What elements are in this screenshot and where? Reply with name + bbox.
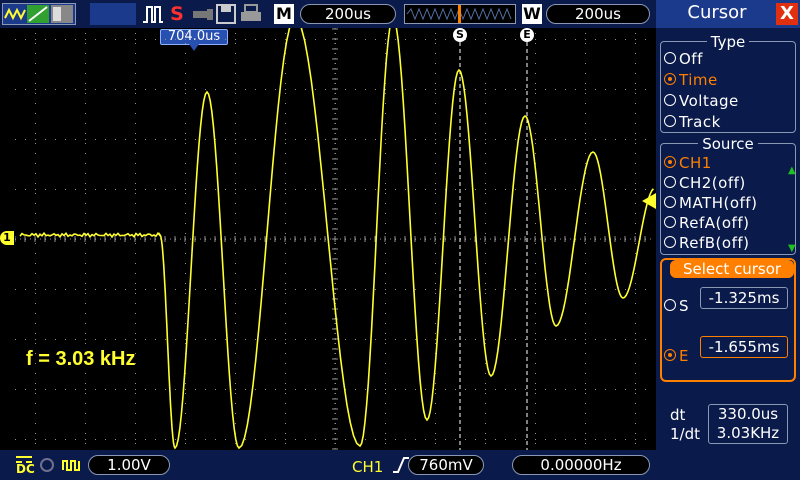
source-option-ch1[interactable]: CH1 xyxy=(664,153,712,173)
memory-waveform-preview xyxy=(406,5,512,23)
bandwidth-limit-icon xyxy=(40,458,54,472)
dt-label: dt xyxy=(670,406,686,424)
radio-icon xyxy=(664,115,676,127)
ch1-ground-marker[interactable]: 1 xyxy=(0,231,14,245)
bottom-status-bar: DC 1.00V CH1 760mV 0.00000Hz xyxy=(0,450,656,480)
run-mode-icons[interactable] xyxy=(2,3,76,25)
source-option-refa[interactable]: RefA(off) xyxy=(664,213,749,233)
cursor-s-marker[interactable]: S xyxy=(453,28,467,42)
type-option-off[interactable]: Off xyxy=(664,49,703,69)
window-label: W xyxy=(522,4,542,24)
radio-selected-icon xyxy=(664,73,676,85)
radio-selected-icon xyxy=(664,156,676,168)
inv-dt-value: 3.03KHz xyxy=(716,424,780,442)
select-cursor-title: Select cursor xyxy=(670,260,794,278)
source-option-ch2[interactable]: CH2(off) xyxy=(664,173,746,193)
close-icon[interactable]: X xyxy=(776,3,798,25)
radio-icon xyxy=(664,299,676,311)
cursor-menu-header: Cursor X xyxy=(656,0,800,28)
waveform-display[interactable] xyxy=(15,28,655,450)
cursor-s-value[interactable]: -1.325ms xyxy=(700,287,788,309)
graticule xyxy=(15,28,655,450)
scroll-up-icon[interactable]: ▲ xyxy=(788,165,796,176)
probe-icon xyxy=(62,460,80,471)
scroll-down-icon[interactable]: ▼ xyxy=(788,243,796,254)
empty-status-box xyxy=(90,3,136,25)
trigger-frequency-display: 0.00000Hz xyxy=(512,455,650,475)
trigger-level-arrow[interactable] xyxy=(642,193,656,209)
radio-icon xyxy=(664,216,676,228)
inv-dt-label: 1/dt xyxy=(670,425,700,443)
type-option-track[interactable]: Track xyxy=(664,112,721,132)
ch1-scale-display[interactable]: 1.00V xyxy=(88,455,170,475)
coupling-dc-label: DC xyxy=(16,462,35,476)
type-option-voltage[interactable]: Voltage xyxy=(664,91,739,111)
save-icon xyxy=(216,4,236,24)
trigger-source-label: CH1 xyxy=(352,458,384,476)
timebase-display[interactable]: 200us xyxy=(300,4,396,24)
trigger-level-display[interactable]: 760mV xyxy=(408,455,484,475)
source-option-math[interactable]: MATH(off) xyxy=(664,193,757,213)
cursor-e-value[interactable]: -1.655ms xyxy=(700,336,788,358)
radio-icon xyxy=(664,196,676,208)
source-option-refb[interactable]: RefB(off) xyxy=(664,233,750,253)
print-icon xyxy=(241,4,261,21)
radio-icon xyxy=(664,236,676,248)
pulse-trigger-icon xyxy=(143,6,163,23)
coupling-dc-icon xyxy=(16,456,32,463)
type-option-time[interactable]: Time xyxy=(664,70,718,90)
radio-icon xyxy=(664,176,676,188)
source-group-title: Source xyxy=(660,135,796,153)
memory-depth-label: M xyxy=(274,4,294,24)
cursor-e-option[interactable]: E xyxy=(664,346,689,366)
cursor-e-marker[interactable]: E xyxy=(520,28,534,42)
dt-readout: 330.0us 3.03KHz xyxy=(708,404,788,444)
waveform-style-icon xyxy=(4,5,73,23)
dt-value: 330.0us xyxy=(717,405,779,423)
top-status-bar: S M 200us W 200us xyxy=(0,0,656,28)
cursor-s-option[interactable]: S xyxy=(664,296,689,316)
radio-icon xyxy=(664,94,676,106)
radio-icon xyxy=(664,52,676,64)
window-timebase-display[interactable]: 200us xyxy=(546,4,650,24)
memory-position-bar[interactable] xyxy=(404,4,516,24)
frequency-measurement: f = 3.03 kHz xyxy=(26,348,136,370)
radio-selected-icon xyxy=(664,349,676,361)
stop-status: S xyxy=(170,3,184,25)
cursor-menu-title: Cursor xyxy=(687,2,747,23)
usb-icon xyxy=(193,9,213,20)
